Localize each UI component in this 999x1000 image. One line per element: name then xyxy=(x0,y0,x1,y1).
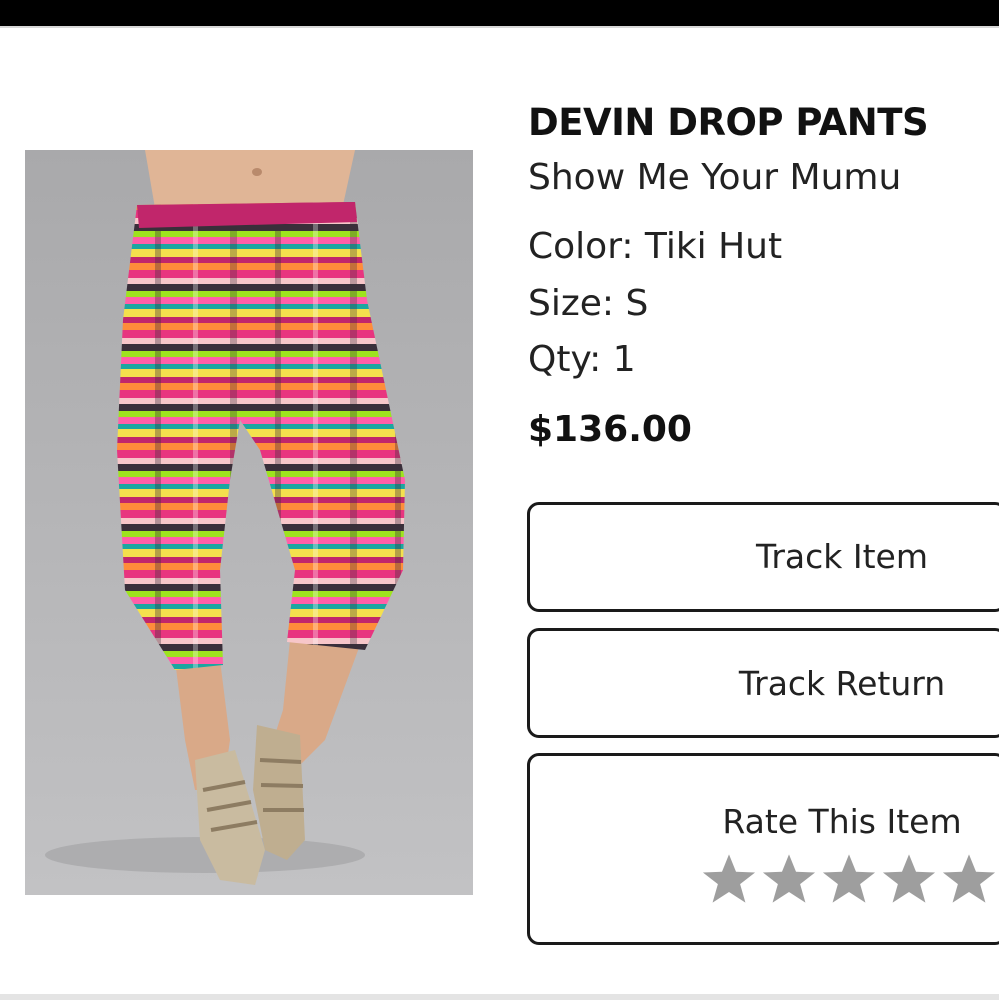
star-icon[interactable] xyxy=(700,852,758,906)
star-icon[interactable] xyxy=(820,852,878,906)
product-price: $136.00 xyxy=(528,409,692,450)
product-brand: Show Me Your Mumu xyxy=(528,157,902,198)
star-rating xyxy=(700,852,999,910)
rate-item-panel: Rate This Item xyxy=(527,753,999,945)
order-item-screen: DEVIN DROP PANTS Show Me Your Mumu Color… xyxy=(0,0,999,1000)
divider xyxy=(0,26,999,28)
product-title: DEVIN DROP PANTS xyxy=(528,101,929,144)
product-quantity: Qty: 1 xyxy=(528,339,636,380)
product-photo-illustration xyxy=(45,150,405,885)
product-color: Color: Tiki Hut xyxy=(528,226,783,267)
star-icon[interactable] xyxy=(880,852,938,906)
status-bar xyxy=(0,0,999,26)
star-icon[interactable] xyxy=(760,852,818,906)
rate-item-label: Rate This Item xyxy=(722,802,962,841)
star-icon[interactable] xyxy=(940,852,998,906)
product-size: Size: S xyxy=(528,283,649,324)
track-item-button[interactable]: Track Item xyxy=(527,502,999,612)
track-return-label: Track Return xyxy=(738,664,946,703)
track-return-button[interactable]: Track Return xyxy=(527,628,999,738)
track-item-label: Track Item xyxy=(756,537,928,576)
bottom-divider xyxy=(0,994,999,1000)
product-image[interactable] xyxy=(25,150,473,895)
